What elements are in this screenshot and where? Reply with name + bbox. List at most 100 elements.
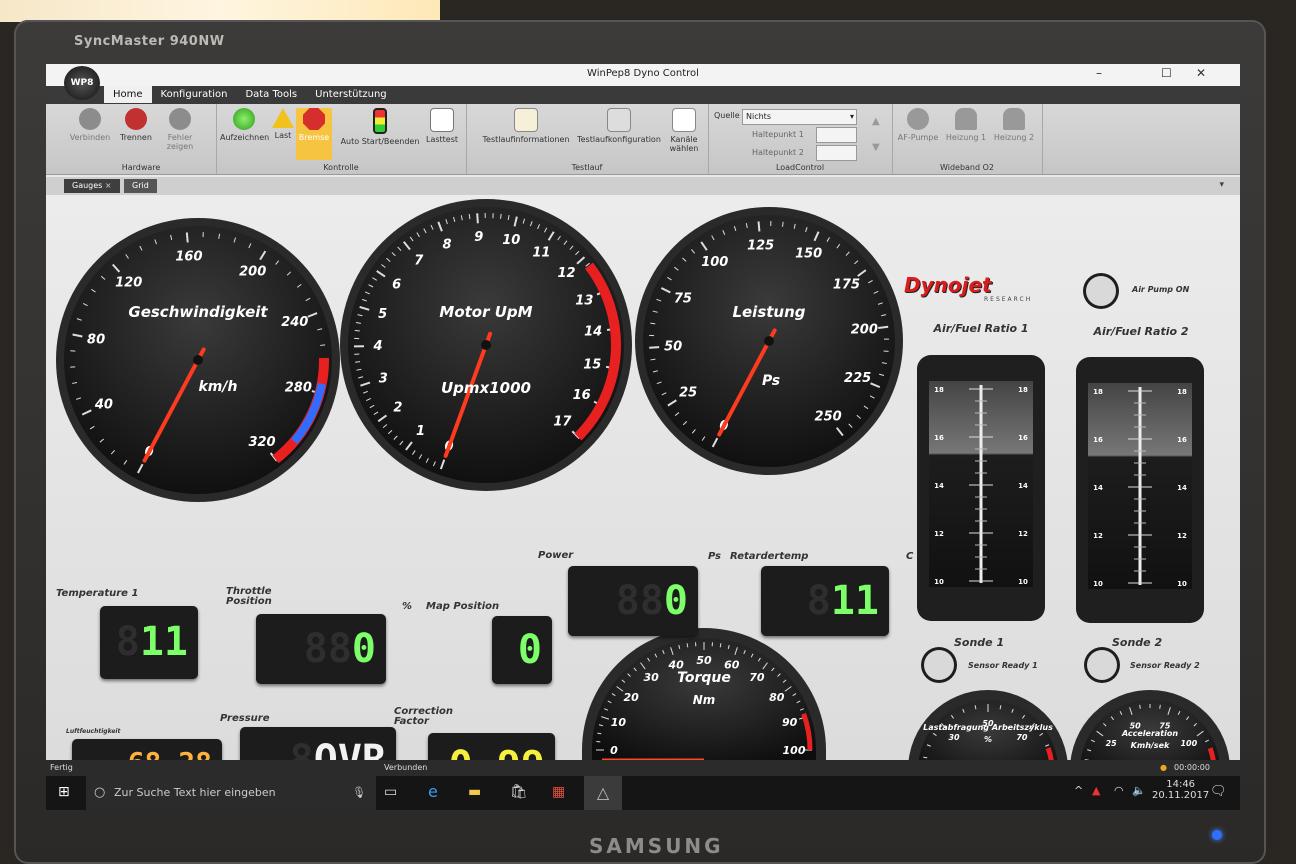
notification-icon[interactable]: 🗨: [1210, 784, 1227, 799]
heizung-1-button[interactable]: Heizung 1: [944, 108, 988, 142]
power-label: Power: [538, 550, 574, 561]
ribbon: Verbinden Trennen Fehler zeigen Hardware…: [46, 104, 1240, 175]
power-tick-label: 250: [815, 410, 842, 425]
afr-2-scale-right: 18: [1177, 388, 1187, 396]
afr-1-scale-left: 10: [934, 578, 944, 586]
antivirus-icon[interactable]: ▲: [1092, 784, 1100, 797]
volume-icon[interactable]: 🔈: [1132, 784, 1146, 797]
torque-tick-label: 70: [749, 671, 765, 684]
afr-1-scale-left: 18: [934, 386, 944, 394]
verbinden-button[interactable]: Verbinden: [68, 108, 112, 142]
torque-tick-label: 0: [610, 744, 618, 757]
task-view-icon[interactable]: ▭: [384, 784, 397, 800]
power-tick: [782, 221, 784, 227]
menu-tab-data-tools[interactable]: Data Tools: [236, 86, 307, 103]
ribbon-group-kontrolle: Aufzeichnen Last Bremse Auto Start/Beend…: [216, 104, 467, 174]
rpm-tick: [500, 213, 502, 219]
taskbar-search[interactable]: ○ Zur Suche Text hier eingeben 🎙: [86, 776, 376, 810]
power-tick-label: 225: [844, 371, 871, 386]
lasttest-button[interactable]: Lasttest: [420, 108, 464, 144]
info-doc-icon: [514, 108, 538, 132]
edge-icon[interactable]: e: [428, 782, 438, 801]
menu-tab-home[interactable]: Home: [104, 86, 152, 103]
temperature-label: Temperature 1: [56, 588, 139, 599]
quelle-select[interactable]: Nichts ▾: [742, 109, 857, 125]
speed-tick-label: 80: [87, 332, 105, 347]
rpm-tick: [468, 214, 471, 220]
rpm-tick-label: 5: [378, 307, 387, 322]
auto-start-button[interactable]: Auto Start/Beenden: [340, 108, 420, 146]
tab-grid[interactable]: Grid: [124, 179, 157, 193]
torque-tick-label: 100: [783, 744, 806, 757]
bremse-button[interactable]: Bremse: [296, 108, 332, 160]
torque-tick-label: 10: [611, 716, 627, 729]
map-label: Map Position: [426, 601, 500, 612]
speed-tick-label: 200: [239, 265, 266, 280]
duty-unit: %: [984, 735, 992, 744]
menu-tab-konfiguration[interactable]: Konfiguration: [151, 86, 237, 103]
speed-tick-label: 320: [248, 435, 275, 450]
haltepunkt-1-input[interactable]: [816, 127, 857, 143]
afr-1-scale-right: 16: [1018, 434, 1028, 442]
arrow-up-icon[interactable]: ▲: [872, 116, 880, 127]
close-button[interactable]: ✕: [1196, 66, 1206, 80]
chevron-down-icon[interactable]: ▾: [1219, 180, 1224, 190]
gauge-dashboard: 04080120160200240280320Geschwindigkeitkm…: [46, 195, 1240, 799]
power-tick-label: 50: [664, 339, 682, 354]
close-icon[interactable]: ×: [105, 181, 112, 190]
afr-2-scale-right: 14: [1177, 484, 1187, 492]
store-icon[interactable]: 🛍: [510, 784, 528, 800]
haltepunkt-2-input[interactable]: [816, 145, 857, 161]
error-icon: [169, 108, 191, 130]
last-button[interactable]: Last: [266, 108, 300, 140]
beacon-icon: [955, 108, 977, 130]
app-logo-icon[interactable]: WP8: [64, 66, 100, 100]
throttle-label: Throttle Position: [226, 586, 272, 607]
monitor-model: SyncMaster 940NW: [74, 34, 225, 49]
microphone-icon[interactable]: 🎙: [352, 776, 366, 810]
fehler-zeigen-button[interactable]: Fehler zeigen: [158, 108, 202, 151]
accel-tick: [1139, 704, 1141, 709]
tab-gauges[interactable]: Gauges ×: [64, 179, 120, 193]
kanaele-waehlen-button[interactable]: Kanäle wählen: [664, 108, 704, 153]
windows-start-icon[interactable]: ⊞: [58, 784, 70, 800]
search-icon: ○: [94, 785, 106, 800]
rpm-unit: Upmx1000: [441, 379, 531, 397]
tray-chevron-icon[interactable]: ^: [1074, 784, 1083, 797]
af-pumpe-button[interactable]: AF-Pumpe: [896, 108, 940, 142]
menu-tab-unterstuetzung[interactable]: Unterstützung: [306, 86, 396, 103]
accel-tick-label: 100: [1180, 739, 1197, 748]
power-led[interactable]: [1212, 830, 1222, 840]
testlaufkonfiguration-button[interactable]: Testlaufkonfiguration: [574, 108, 664, 144]
clock[interactable]: 14:46 20.11.2017: [1152, 779, 1209, 801]
rpm-tick-label: 8: [442, 237, 451, 252]
trennen-button[interactable]: Trennen: [114, 108, 158, 142]
torque-unit: Nm: [693, 693, 716, 707]
power-tick-label: 150: [795, 247, 822, 262]
maximize-button[interactable]: ☐: [1161, 66, 1172, 80]
duty-tick-label: 70: [1016, 733, 1028, 742]
photos-icon[interactable]: ▦: [552, 784, 565, 800]
connection-status: Verbunden: [384, 763, 428, 772]
rpm-needle-hub: [481, 340, 491, 350]
network-icon[interactable]: ◠: [1114, 784, 1124, 797]
testlaufinformationen-button[interactable]: Testlaufinformationen: [478, 108, 574, 144]
afr-2-scale-right: 12: [1177, 532, 1187, 540]
heizung-2-button[interactable]: Heizung 2: [992, 108, 1036, 142]
minimize-button[interactable]: –: [1096, 66, 1102, 80]
arrow-down-icon[interactable]: ▼: [872, 142, 880, 153]
afr-1-scale-left: 16: [934, 434, 944, 442]
rpm-tick-label: 14: [584, 325, 602, 340]
rpm-tick-label: 12: [558, 266, 576, 281]
afr-1-title: Air/Fuel Ratio 1: [933, 322, 1029, 335]
afr-2-scale-left: 12: [1093, 532, 1103, 540]
correction-label: Correction Factor: [394, 706, 453, 727]
aufzeichnen-button[interactable]: Aufzeichnen: [220, 108, 269, 142]
speed-tick-label: 160: [175, 249, 202, 264]
power-tick-label: 125: [747, 238, 774, 253]
explorer-icon[interactable]: ▬: [468, 784, 481, 800]
throttle-readout: 880: [256, 614, 386, 684]
gauges-canvas: 04080120160200240280320Geschwindigkeitkm…: [56, 199, 1230, 760]
winpep-taskbar-icon[interactable]: △: [584, 776, 622, 810]
sonde-1-label: Sonde 1: [954, 636, 1005, 649]
